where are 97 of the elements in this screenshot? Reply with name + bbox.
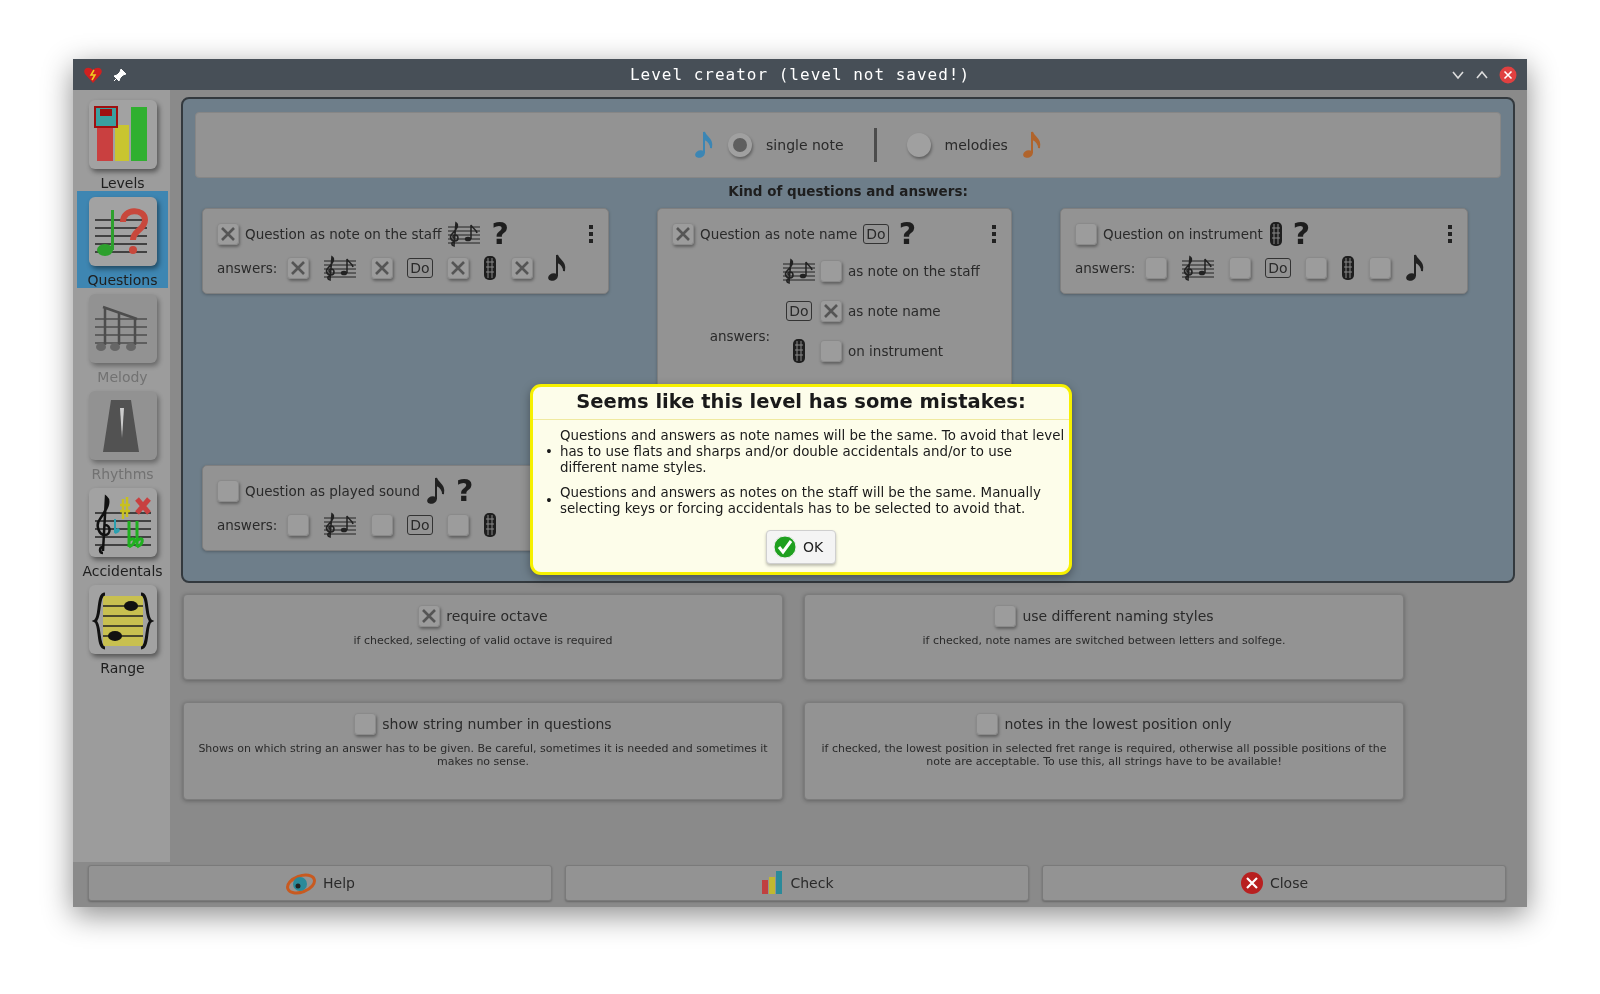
- menu-icon[interactable]: [991, 224, 997, 244]
- sidebar-label[interactable]: Accidentals: [82, 563, 163, 579]
- question-mark: ?: [1292, 219, 1311, 249]
- message-text: Questions and answers as note names will be the same. To avoid that level has to use flats and sharps and/or double accidentals and/or to use different name styles.: [559, 428, 1065, 476]
- checkbox[interactable]: [1368, 257, 1391, 279]
- option-description: if checked, selecting of valid octave is required: [353, 635, 613, 648]
- guitar-neck-icon: [1268, 221, 1283, 247]
- answers-label: answers:: [1075, 260, 1136, 276]
- checkbox[interactable]: [217, 480, 239, 502]
- menu-icon[interactable]: [588, 224, 594, 244]
- note-icon: [694, 130, 715, 160]
- checkbox[interactable]: [446, 257, 469, 279]
- message-text: Questions and answers as notes on the staff will be the same. Manually selecting keys or forcing accidentals has to be selected to avoid that.: [559, 485, 1042, 517]
- radio-button[interactable]: [906, 133, 931, 157]
- checkbox[interactable]: [371, 514, 394, 536]
- ok-button[interactable]: OK: [765, 530, 837, 564]
- guitar-neck-icon: [792, 338, 806, 364]
- bars-icon: [760, 870, 785, 896]
- eighth-note-icon: [426, 476, 446, 506]
- minimize-icon[interactable]: [1451, 69, 1465, 80]
- staff-note-icon: [447, 221, 482, 247]
- checkbox[interactable]: [820, 260, 842, 282]
- answer-label: as note on the staff: [848, 263, 980, 279]
- checkbox[interactable]: [217, 223, 239, 245]
- option-description: if checked, the lowest position in selected fret range is required, otherwise all possible positions of the note are acceptable. To use this, all strings have to be available!: [820, 743, 1388, 768]
- close-icon[interactable]: [1499, 65, 1517, 84]
- question-mark: ?: [491, 219, 509, 249]
- note-name-badge: Do: [407, 515, 433, 535]
- checkbox[interactable]: [994, 605, 1017, 627]
- bullet-mark: •: [545, 444, 553, 460]
- sidebar-item[interactable]: Questions: [77, 191, 168, 288]
- check-icon: [772, 535, 797, 559]
- checkbox[interactable]: [1229, 257, 1252, 279]
- answers-label: answers:: [217, 517, 278, 533]
- checkbox[interactable]: [820, 300, 842, 322]
- checkbox[interactable]: [1145, 257, 1168, 279]
- answers-label: answers:: [708, 327, 771, 344]
- checkbox[interactable]: [672, 223, 694, 245]
- staff-note-icon: [1181, 255, 1216, 281]
- question-mark: ?: [456, 476, 474, 506]
- option-label: notes in the lowest position only: [1004, 716, 1232, 732]
- checkbox[interactable]: [287, 257, 310, 279]
- guitar-neck-icon: [1340, 255, 1355, 281]
- checkbox[interactable]: [976, 713, 999, 735]
- note-name-badge: Do: [786, 301, 812, 321]
- guitar-neck-icon: [482, 512, 497, 538]
- answer-label: as note name: [848, 303, 941, 319]
- checkbox[interactable]: [820, 340, 842, 362]
- note-name-badge: Do: [863, 224, 889, 244]
- menu-icon[interactable]: [1447, 224, 1453, 244]
- checkbox[interactable]: [354, 713, 377, 735]
- maximize-icon[interactable]: [1475, 69, 1489, 80]
- option-label: use different naming styles: [1022, 608, 1214, 624]
- staff-note-icon: [782, 258, 816, 284]
- close-icon: [1239, 871, 1264, 895]
- checkbox[interactable]: [510, 257, 533, 279]
- footer-button[interactable]: Help: [88, 865, 552, 901]
- radio-button[interactable]: [728, 133, 753, 157]
- bullet-mark: •: [545, 493, 553, 509]
- question-label: Question as played sound: [245, 483, 420, 499]
- radio-label[interactable]: single note: [766, 137, 844, 153]
- checkbox[interactable]: [446, 514, 469, 536]
- staff-note-icon: [323, 512, 358, 538]
- heart-icon: [83, 65, 103, 84]
- staff-note-icon: [323, 255, 358, 281]
- option-label: show string number in questions: [382, 716, 612, 732]
- footer-button[interactable]: Close: [1042, 865, 1506, 901]
- note-name-badge: Do: [407, 258, 433, 278]
- checkbox[interactable]: [1304, 257, 1327, 279]
- question-label: Question on instrument: [1103, 226, 1263, 242]
- option-label: require octave: [446, 608, 548, 624]
- pin-icon[interactable]: [113, 67, 127, 82]
- checkbox[interactable]: [287, 514, 310, 536]
- checkbox[interactable]: [371, 257, 394, 279]
- window-title: Level creator (level not saved!): [629, 65, 971, 84]
- sidebar-label: Questions: [87, 272, 158, 288]
- footer-button[interactable]: Check: [565, 865, 1029, 901]
- dialog-title: Seems like this level has some mistakes:: [533, 387, 1069, 420]
- question-mark: ?: [898, 219, 917, 249]
- sidebar-label[interactable]: Range: [100, 660, 145, 676]
- guitar-neck-icon: [482, 255, 497, 281]
- radio-label[interactable]: melodies: [944, 137, 1008, 153]
- note-name-badge: Do: [1265, 258, 1291, 278]
- melody-note-icon: [1021, 130, 1042, 160]
- option-description: if checked, note names are switched between letters and solfege.: [922, 635, 1286, 648]
- sidebar-label[interactable]: Levels: [100, 175, 145, 191]
- checkbox[interactable]: [418, 605, 441, 627]
- question-label: Question as note on the staff: [245, 226, 442, 242]
- question-label: Question as note name: [700, 226, 858, 242]
- answers-label: answers:: [217, 260, 278, 276]
- eighth-note-icon: [1404, 253, 1425, 283]
- section-heading: Kind of questions and answers:: [727, 183, 969, 199]
- help-icon: [285, 871, 318, 895]
- eighth-note-icon: [546, 253, 567, 283]
- checkbox[interactable]: [1075, 223, 1097, 245]
- answer-label: on instrument: [848, 343, 944, 359]
- option-description: Shows on which string an answer has to be given. Be careful, sometimes it is needed and sometimes it makes no sense.: [197, 743, 769, 768]
